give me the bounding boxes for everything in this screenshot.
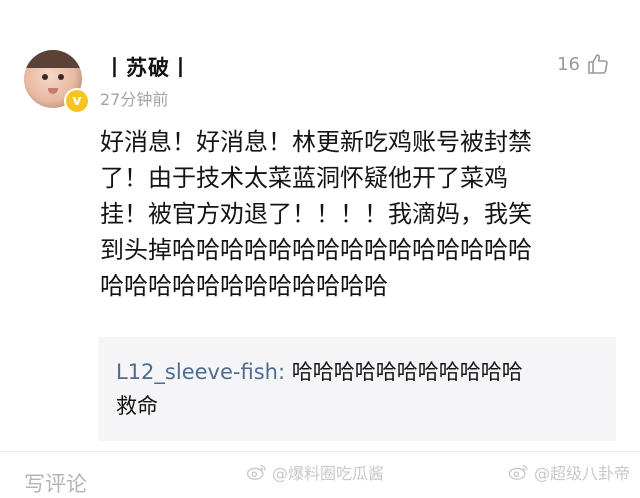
verified-badge-icon: v (64, 88, 90, 114)
watermark-1: @爆料圈吃瓜酱 (246, 460, 384, 484)
weibo-icon (508, 465, 528, 480)
comment-timestamp: 27分钟前 (100, 90, 169, 109)
comment-username[interactable]: 丨苏破丨 (104, 52, 192, 82)
watermark-1-text: @爆料圈吃瓜酱 (272, 464, 385, 483)
comment-body: 好消息！好消息！林更新吃鸡账号被封禁 了！由于技术太菜蓝洞怀疑他开了菜鸡 挂！被… (100, 128, 532, 300)
watermark-2-text: @超级八卦帝 (534, 464, 631, 483)
footer-divider (0, 451, 640, 452)
reply-box[interactable]: L12_sleeve-fish: 哈哈哈哈哈哈哈哈哈哈哈 救命 (98, 337, 616, 441)
watermark-2: @超级八卦帝 (508, 460, 630, 484)
reply-content: L12_sleeve-fish: 哈哈哈哈哈哈哈哈哈哈哈 救命 (116, 355, 606, 423)
reply-author[interactable]: L12_sleeve-fish: (116, 360, 285, 384)
weibo-icon (246, 465, 266, 480)
like-button[interactable]: 16 (557, 52, 610, 76)
thumbs-up-icon (588, 54, 608, 74)
like-count: 16 (557, 53, 580, 75)
